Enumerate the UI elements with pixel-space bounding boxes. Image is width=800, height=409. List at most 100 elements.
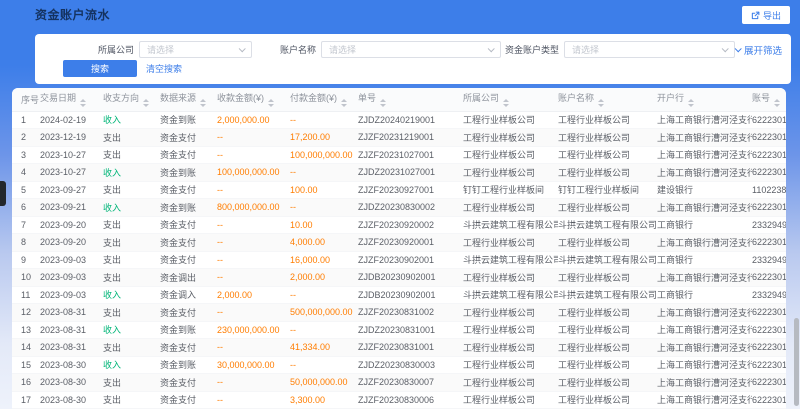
- table-row: 82023-09-20支出资金支付--4,000.00ZJZF202309200…: [12, 234, 786, 252]
- cell-receive: --: [217, 269, 290, 287]
- cell-card: 622230111: [752, 269, 786, 287]
- cell-receive: --: [217, 251, 290, 269]
- cell-card: 622230111: [752, 111, 786, 129]
- cell-direction: 支出: [103, 146, 160, 164]
- cell-direction: 支出: [103, 129, 160, 147]
- cell-direction: 支出: [103, 251, 160, 269]
- filter-panel: 所属公司请选择账户名称请选择资金账户类型请选择 展开筛选 搜索 清空搜索: [35, 34, 791, 84]
- flow-table: 序号交易日期收支方向数据来源收款金额(¥)付款金额(¥)单号所属公司账户名称开户…: [12, 88, 786, 409]
- sidebar-handle[interactable]: [0, 181, 6, 206]
- cell-order: ZJZF20230830006: [358, 391, 463, 409]
- cell-source: 资金支付: [160, 391, 217, 409]
- cell-bank: 上海工商银行漕河泾支行: [657, 269, 752, 287]
- select-placeholder: 请选择: [329, 43, 488, 56]
- column-header-pay[interactable]: 付款金额(¥): [290, 88, 358, 111]
- column-header-receive[interactable]: 收款金额(¥): [217, 88, 290, 111]
- cell-direction: 支出: [103, 339, 160, 357]
- cell-receive: --: [217, 181, 290, 199]
- cell-pay: 100.00: [290, 181, 358, 199]
- search-button[interactable]: 搜索: [63, 60, 137, 77]
- cell-card: 622230111: [752, 391, 786, 409]
- cell-no: 4: [12, 164, 40, 182]
- sort-icon[interactable]: [774, 99, 780, 107]
- cell-company: 工程行业样板公司: [463, 304, 558, 322]
- cell-date: 2023-09-20: [40, 216, 103, 234]
- cell-account: 斗拱云建筑工程有限公司: [558, 216, 657, 234]
- cell-pay: 2,000.00: [290, 269, 358, 287]
- cell-no: 8: [12, 234, 40, 252]
- cell-direction: 支出: [103, 216, 160, 234]
- cell-date: 2023-10-27: [40, 146, 103, 164]
- cell-card: 622230111: [752, 339, 786, 357]
- sort-icon[interactable]: [503, 99, 509, 107]
- cell-no: 7: [12, 216, 40, 234]
- sort-icon[interactable]: [80, 99, 86, 107]
- cell-date: 2023-09-20: [40, 234, 103, 252]
- cell-account: 工程行业样板公司: [558, 111, 657, 129]
- cell-bank: 上海工商银行漕河泾支行: [657, 356, 752, 374]
- vertical-scrollbar[interactable]: [794, 318, 799, 406]
- cell-order: ZJDZ20230830002: [358, 199, 463, 217]
- cell-no: 14: [12, 339, 40, 357]
- cell-company: 工程行业样板公司: [463, 321, 558, 339]
- cell-company: 斗拱云建筑工程有限公司: [463, 216, 558, 234]
- column-header-bank[interactable]: 开户行: [657, 88, 752, 111]
- cell-bank: 上海工商银行漕河泾支行: [657, 199, 752, 217]
- cell-receive: --: [217, 391, 290, 409]
- sort-icon[interactable]: [598, 99, 604, 107]
- cell-pay: 41,334.00: [290, 339, 358, 357]
- export-button[interactable]: 导出: [742, 6, 790, 24]
- column-header-order[interactable]: 单号: [358, 88, 463, 111]
- column-header-source[interactable]: 数据来源: [160, 88, 217, 111]
- cell-order: ZJZF20230927001: [358, 181, 463, 199]
- expand-filter-link[interactable]: 展开筛选: [735, 43, 782, 57]
- cell-card: 622230111: [752, 356, 786, 374]
- cell-source: 资金支付: [160, 339, 217, 357]
- filter-select[interactable]: 请选择: [139, 41, 252, 58]
- cell-receive: --: [217, 216, 290, 234]
- column-header-date[interactable]: 交易日期: [40, 88, 103, 111]
- cell-bank: 工商银行: [657, 251, 752, 269]
- cell-date: 2023-08-31: [40, 339, 103, 357]
- filter-select[interactable]: 请选择: [321, 41, 501, 58]
- column-header-company[interactable]: 所属公司: [463, 88, 558, 111]
- column-header-direction[interactable]: 收支方向: [103, 88, 160, 111]
- cell-source: 资金支付: [160, 181, 217, 199]
- cell-account: 斗拱云建筑工程有限公司: [558, 286, 657, 304]
- cell-bank: 上海工商银行漕河泾支行: [657, 304, 752, 322]
- cell-account: 工程行业样板公司: [558, 146, 657, 164]
- sort-icon[interactable]: [143, 99, 149, 107]
- cell-account: 工程行业样板公司: [558, 339, 657, 357]
- table-row: 72023-09-20支出资金支付--10.00ZJZF20230920002斗…: [12, 216, 786, 234]
- sort-icon[interactable]: [200, 99, 206, 107]
- column-header-account[interactable]: 账户名称: [558, 88, 657, 111]
- sort-icon[interactable]: [341, 99, 347, 107]
- filter-group-3: 资金账户类型请选择: [505, 41, 735, 58]
- cell-card: 622230111: [752, 304, 786, 322]
- sort-icon[interactable]: [688, 99, 694, 107]
- cell-card: 23329499: [752, 251, 786, 269]
- flow-table-card: 序号交易日期收支方向数据来源收款金额(¥)付款金额(¥)单号所属公司账户名称开户…: [12, 88, 786, 409]
- sort-icon[interactable]: [268, 99, 274, 107]
- select-placeholder: 请选择: [572, 43, 722, 56]
- cell-order: ZJDZ20231027001: [358, 164, 463, 182]
- cell-pay: --: [290, 164, 358, 182]
- column-header-card[interactable]: 账号: [752, 88, 786, 111]
- cell-pay: --: [290, 356, 358, 374]
- cell-pay: --: [290, 286, 358, 304]
- clear-search-button[interactable]: 清空搜索: [146, 62, 182, 75]
- cell-receive: --: [217, 234, 290, 252]
- cell-bank: 工商银行: [657, 286, 752, 304]
- export-icon: [751, 11, 760, 20]
- sort-icon[interactable]: [380, 99, 386, 107]
- cell-card: 622230111: [752, 146, 786, 164]
- cell-date: 2023-12-19: [40, 129, 103, 147]
- table-row: 142023-08-31支出资金支付--41,334.00ZJZF2023083…: [12, 339, 786, 357]
- cell-source: 资金支付: [160, 146, 217, 164]
- cell-no: 16: [12, 374, 40, 392]
- cell-company: 工程行业样板公司: [463, 199, 558, 217]
- cell-source: 资金到账: [160, 164, 217, 182]
- cell-no: 3: [12, 146, 40, 164]
- filter-select[interactable]: 请选择: [564, 41, 735, 58]
- chevron-down-icon: [239, 45, 246, 52]
